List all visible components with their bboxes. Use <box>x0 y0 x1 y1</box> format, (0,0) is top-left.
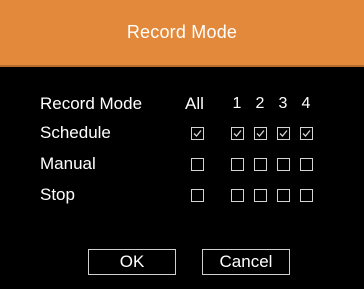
manual-channel-3-checkbox[interactable] <box>277 158 290 171</box>
checkmark-icon <box>279 130 288 137</box>
stop-channel-3-checkbox[interactable] <box>277 189 290 202</box>
dialog-title: Record Mode <box>126 22 238 42</box>
checkmark-icon <box>256 130 265 137</box>
ok-button[interactable]: OK <box>88 249 176 275</box>
schedule-channel-1-checkbox[interactable] <box>231 127 244 140</box>
title-divider <box>0 65 364 67</box>
schedule-channel-3-checkbox[interactable] <box>277 127 290 140</box>
cancel-button[interactable]: Cancel <box>202 249 290 275</box>
checkmark-icon <box>302 130 311 137</box>
manual-label: Manual <box>40 154 96 173</box>
schedule-label: Schedule <box>40 123 111 142</box>
channel-2-header: 2 <box>255 95 265 112</box>
channel-3-header: 3 <box>278 95 288 112</box>
stop-label: Stop <box>40 185 75 204</box>
all-column-header: All <box>185 94 204 113</box>
schedule-channel-4-checkbox[interactable] <box>300 127 313 140</box>
checkmark-icon <box>193 130 202 137</box>
stop-channel-4-checkbox[interactable] <box>300 189 313 202</box>
dialog-title-bar: Record Mode <box>0 0 364 65</box>
manual-channel-2-checkbox[interactable] <box>254 158 267 171</box>
manual-all-checkbox[interactable] <box>191 158 204 171</box>
stop-channel-2-checkbox[interactable] <box>254 189 267 202</box>
schedule-channel-2-checkbox[interactable] <box>254 127 267 140</box>
stop-all-checkbox[interactable] <box>191 189 204 202</box>
schedule-all-checkbox[interactable] <box>191 127 204 140</box>
checkmark-icon <box>233 130 242 137</box>
channel-1-header: 1 <box>232 95 242 112</box>
record-mode-label: Record Mode <box>40 94 143 113</box>
stop-channel-1-checkbox[interactable] <box>231 189 244 202</box>
channel-4-header: 4 <box>301 95 311 112</box>
manual-channel-4-checkbox[interactable] <box>300 158 313 171</box>
manual-channel-1-checkbox[interactable] <box>231 158 244 171</box>
